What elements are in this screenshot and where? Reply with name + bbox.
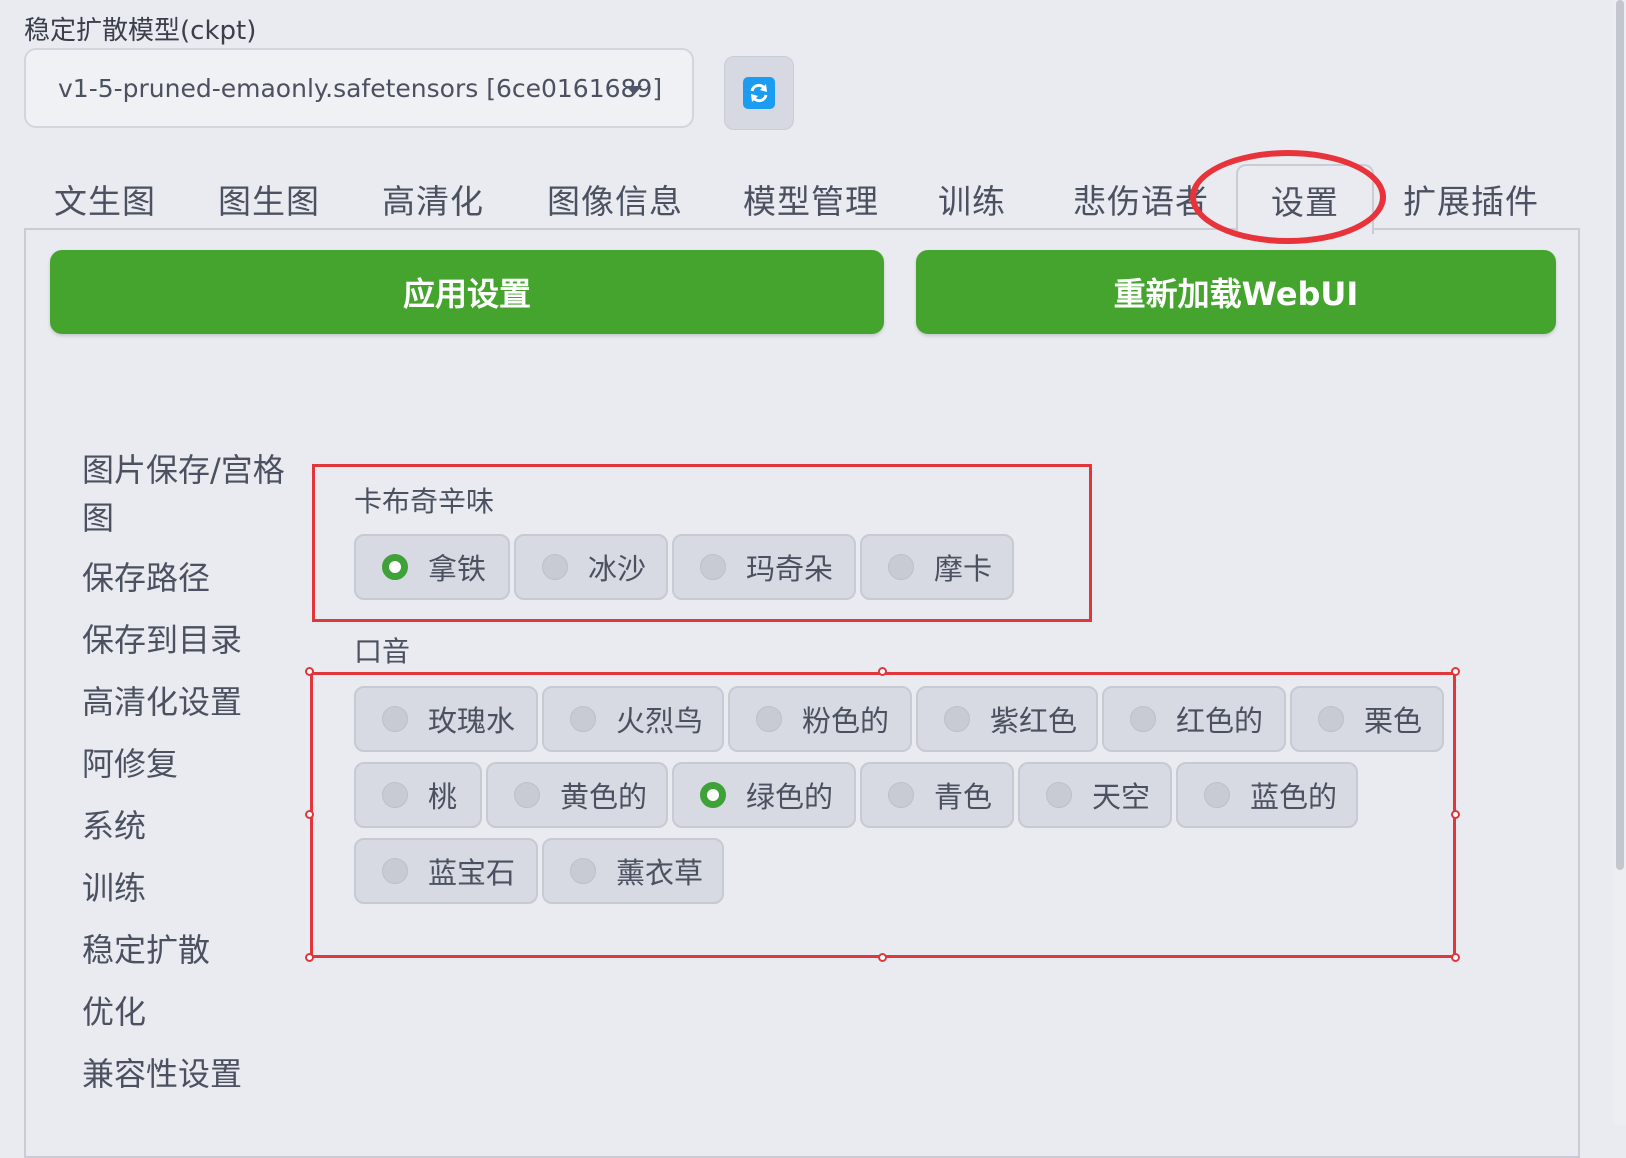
tab-model-management[interactable]: 模型管理 <box>736 168 886 230</box>
scrollbar-thumb[interactable] <box>1616 0 1624 870</box>
annotation-handle <box>1451 810 1460 819</box>
apply-settings-button[interactable]: 应用设置 <box>50 250 884 334</box>
annotation-box-flavor <box>312 464 1092 622</box>
refresh-model-button[interactable] <box>724 56 794 130</box>
accent-group-label: 口音 <box>354 635 411 668</box>
annotation-handle <box>878 953 887 962</box>
category-system[interactable]: 系统 <box>82 802 292 850</box>
category-compatibility[interactable]: 兼容性设置 <box>82 1050 292 1098</box>
annotation-handle <box>305 810 314 819</box>
tab-upscale[interactable]: 高清化 <box>378 168 488 230</box>
category-save-to-dir[interactable]: 保存到目录 <box>82 616 292 664</box>
model-select-value: v1-5-pruned-emaonly.safetensors [6ce0161… <box>58 73 663 103</box>
refresh-icon <box>743 77 775 109</box>
tab-txt2img[interactable]: 文生图 <box>50 168 160 230</box>
annotation-handle <box>1451 667 1460 676</box>
tab-train[interactable]: 训练 <box>932 168 1012 230</box>
category-optimizations[interactable]: 优化 <box>82 988 292 1036</box>
category-save-paths[interactable]: 保存路径 <box>82 554 292 602</box>
chevron-down-icon <box>626 86 642 95</box>
model-select-label: 稳定扩散模型(ckpt) <box>24 16 257 46</box>
tab-image-info[interactable]: 图像信息 <box>540 168 690 230</box>
model-select[interactable]: v1-5-pruned-emaonly.safetensors [6ce0161… <box>24 48 694 128</box>
annotation-ellipse <box>1190 150 1386 244</box>
tab-extensions[interactable]: 扩展插件 <box>1396 168 1546 230</box>
category-training[interactable]: 训练 <box>82 864 292 912</box>
annotation-handle <box>305 953 314 962</box>
annotation-handle <box>1451 953 1460 962</box>
annotation-handle <box>305 667 314 676</box>
annotation-handle <box>878 667 887 676</box>
annotation-box-accent <box>310 672 1456 958</box>
reload-webui-button[interactable]: 重新加载WebUI <box>916 250 1556 334</box>
category-stable-diffusion[interactable]: 稳定扩散 <box>82 926 292 974</box>
tab-img2img[interactable]: 图生图 <box>214 168 324 230</box>
category-face-restoration[interactable]: 阿修复 <box>82 740 292 788</box>
category-upscaling[interactable]: 高清化设置 <box>82 678 292 726</box>
category-image-saving[interactable]: 图片保存/宫格图 <box>82 446 292 542</box>
